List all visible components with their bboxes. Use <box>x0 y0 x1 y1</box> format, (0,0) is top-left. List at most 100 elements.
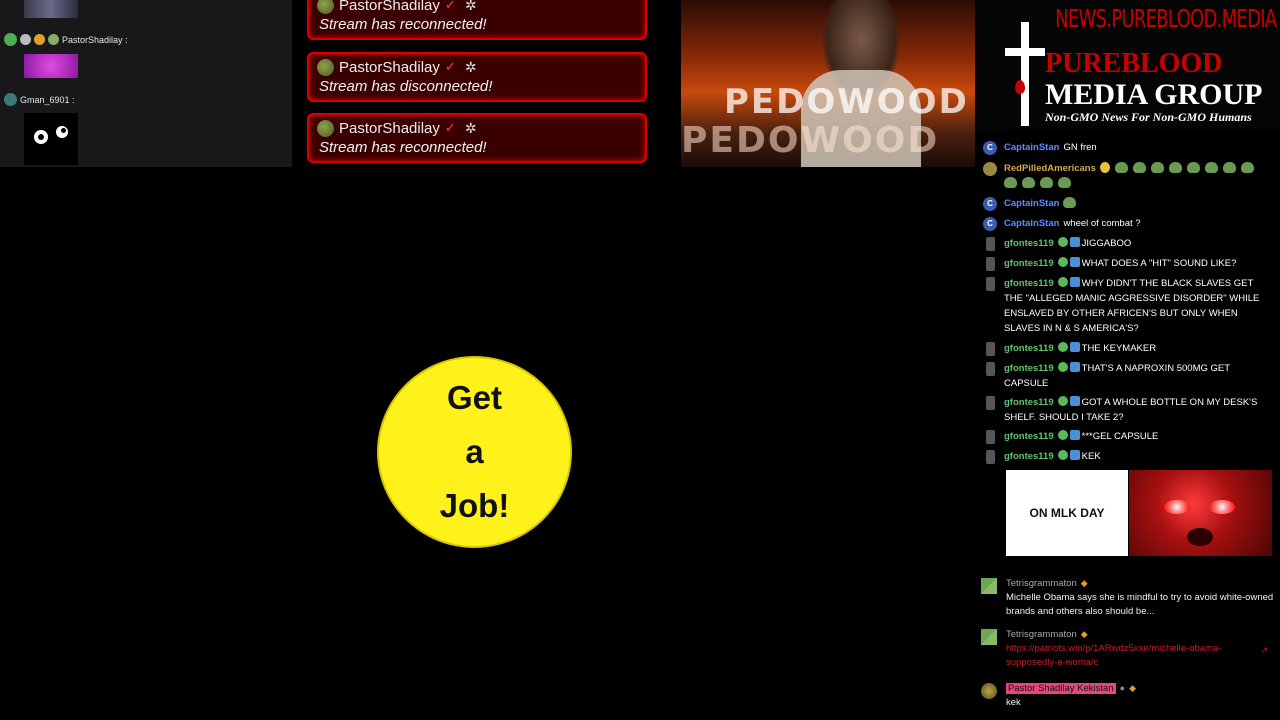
left-chat-username: Gman_6901 : <box>20 94 75 105</box>
bottle-badge-icon <box>986 450 995 464</box>
frog-emote-icon <box>1132 162 1146 173</box>
verified-check-icon: ✓ <box>444 120 456 135</box>
left-chat-row: PastorShadilay : <box>4 33 128 46</box>
badge-icon <box>1057 237 1068 247</box>
cross-icon <box>1005 22 1045 126</box>
external-link-icon[interactable]: ↗ <box>1260 643 1268 657</box>
chat-username: gfontes119 <box>1004 238 1054 249</box>
comment-username[interactable]: Tetrisgrammaton <box>1006 629 1077 640</box>
comment-text: kek <box>1006 697 1021 708</box>
glowing-eye-icon <box>1209 500 1235 514</box>
chat-message: C CaptainStan GN fren <box>983 140 1271 155</box>
alert-username: PastorShadilay <box>339 58 440 76</box>
avatar <box>317 58 334 76</box>
bottle-badge-icon <box>986 237 995 251</box>
frog-emote-icon <box>1150 162 1164 173</box>
badge-icon <box>1057 362 1068 372</box>
chat-username: gfontes119 <box>1004 397 1054 408</box>
glowing-eye-icon <box>1164 500 1190 514</box>
alert-message: Stream has disconnected! <box>319 78 493 95</box>
comment-link[interactable]: https://patriots.win/p/1ARwdz5xse/michel… <box>1006 642 1251 670</box>
badge-icon <box>1069 257 1080 267</box>
badge-icon <box>1069 237 1080 247</box>
chat-username: RedPilledAmericans <box>1004 163 1096 174</box>
comment-username[interactable]: Pastor Shadilay Kekistan <box>1006 683 1116 694</box>
badge-icon <box>48 34 59 45</box>
frog-emote-icon <box>1022 177 1035 188</box>
meme-image: ON MLK DAY <box>1006 470 1272 556</box>
open-mouth <box>1187 528 1213 546</box>
smile-emote-icon <box>1099 162 1110 173</box>
frog-badge-icon <box>4 33 17 46</box>
user-avatar <box>983 162 997 176</box>
logo-line-1: PUREBLOOD <box>1045 48 1223 79</box>
chat-text: ***GEL CAPSULE <box>1081 431 1159 442</box>
chat-message: gfontes119 THE KEYMAKER <box>983 341 1271 356</box>
chat-username: gfontes119 <box>1004 431 1054 442</box>
comment-username[interactable]: Tetrisgrammaton <box>1006 578 1077 589</box>
right-chat-panel: C CaptainStan GN fren RedPilledAmericans … <box>975 138 1280 470</box>
sign-line: Get <box>446 379 502 416</box>
comment-item: Tetrisgrammaton ◆ https://patriots.win/p/… <box>981 627 1274 670</box>
blood-drop-icon <box>1015 80 1025 94</box>
chat-username: gfontes119 <box>1004 451 1054 462</box>
badge-icon <box>1069 430 1080 440</box>
meme-face-image <box>1129 470 1272 556</box>
badge-icon <box>1057 257 1068 267</box>
alert-username: PastorShadilay <box>339 0 440 14</box>
chat-message: gfontes119 THAT'S A NAPROXIN 500MG GET CA… <box>983 361 1271 391</box>
frog-emote-icon <box>1063 197 1077 208</box>
badge-icon: ● <box>1119 683 1126 693</box>
chat-message: gfontes119 WHAT DOES A "HIT" SOUND LIKE? <box>983 256 1271 271</box>
avatar <box>981 629 997 645</box>
stream-alert: PastorShadilay ✓ ✲ Stream has reconnecte… <box>307 0 647 40</box>
chat-message: gfontes119 JIGGABOO <box>983 236 1271 251</box>
left-chat-overlay: PastorShadilay : Gman_6901 : <box>0 0 292 167</box>
chat-username: gfontes119 <box>1004 278 1054 289</box>
meme-caption: ON MLK DAY <box>1006 470 1128 556</box>
stream-alert: PastorShadilay ✓ ✲ Stream has reconnecte… <box>307 113 647 163</box>
badge-icon <box>1057 396 1068 406</box>
frog-emote-icon <box>1186 162 1200 173</box>
sign-line: a <box>465 433 484 470</box>
video-thumbnail: PEDOWOOD PEDOWOOD <box>681 0 975 167</box>
chat-username: CaptainStan <box>1004 198 1060 209</box>
user-badge-icon: C <box>983 217 997 231</box>
get-a-job-sign: Get a Job! <box>377 356 572 548</box>
video-title-text-shadow: PEDOWOOD <box>681 120 940 161</box>
bottle-badge-icon <box>986 362 995 376</box>
badge-icon <box>1057 277 1068 287</box>
bottle-badge-icon <box>986 277 995 291</box>
chat-message: C CaptainStan wheel of combat ? <box>983 216 1271 231</box>
badge-icon <box>34 34 45 45</box>
logo-tagline: Non-GMO News For Non-GMO Humans <box>1045 110 1252 124</box>
star-badge-icon: ◆ <box>1129 683 1136 693</box>
frog-emote-icon <box>1114 162 1128 173</box>
left-chat-username: PastorShadilay : <box>62 34 128 45</box>
gear-icon: ✲ <box>464 0 477 13</box>
badge-icon <box>20 34 31 45</box>
bottle-badge-icon <box>986 257 995 271</box>
frog-emote-icon <box>1040 177 1053 188</box>
chat-message: gfontes119 KEK <box>983 449 1271 464</box>
frog-emote-icon <box>1168 162 1182 173</box>
sign-line: Job! <box>439 487 510 524</box>
badge-icon <box>1069 450 1080 460</box>
chat-text: KEK <box>1081 451 1101 462</box>
chat-text: GN fren <box>1063 142 1097 153</box>
chat-username: CaptainStan <box>1004 142 1060 153</box>
star-badge-icon: ◆ <box>1080 578 1088 588</box>
chat-username: CaptainStan <box>1004 218 1060 229</box>
comment-item: Pastor Shadilay Kekistan ● ◆ kek <box>981 681 1274 710</box>
gear-icon: ✲ <box>464 58 477 75</box>
chat-text: JIGGABOO <box>1081 238 1132 249</box>
frog-emote-icon <box>1004 177 1017 188</box>
badge-icon <box>1069 396 1080 406</box>
verified-check-icon: ✓ <box>444 59 456 74</box>
badge-icon <box>1069 362 1080 372</box>
star-badge-icon: ◆ <box>1080 629 1088 639</box>
badge-icon <box>1057 342 1068 352</box>
chat-message: gfontes119 ***GEL CAPSULE <box>983 429 1271 444</box>
frog-emote-icon <box>1240 162 1254 173</box>
alert-message: Stream has reconnected! <box>319 139 487 156</box>
